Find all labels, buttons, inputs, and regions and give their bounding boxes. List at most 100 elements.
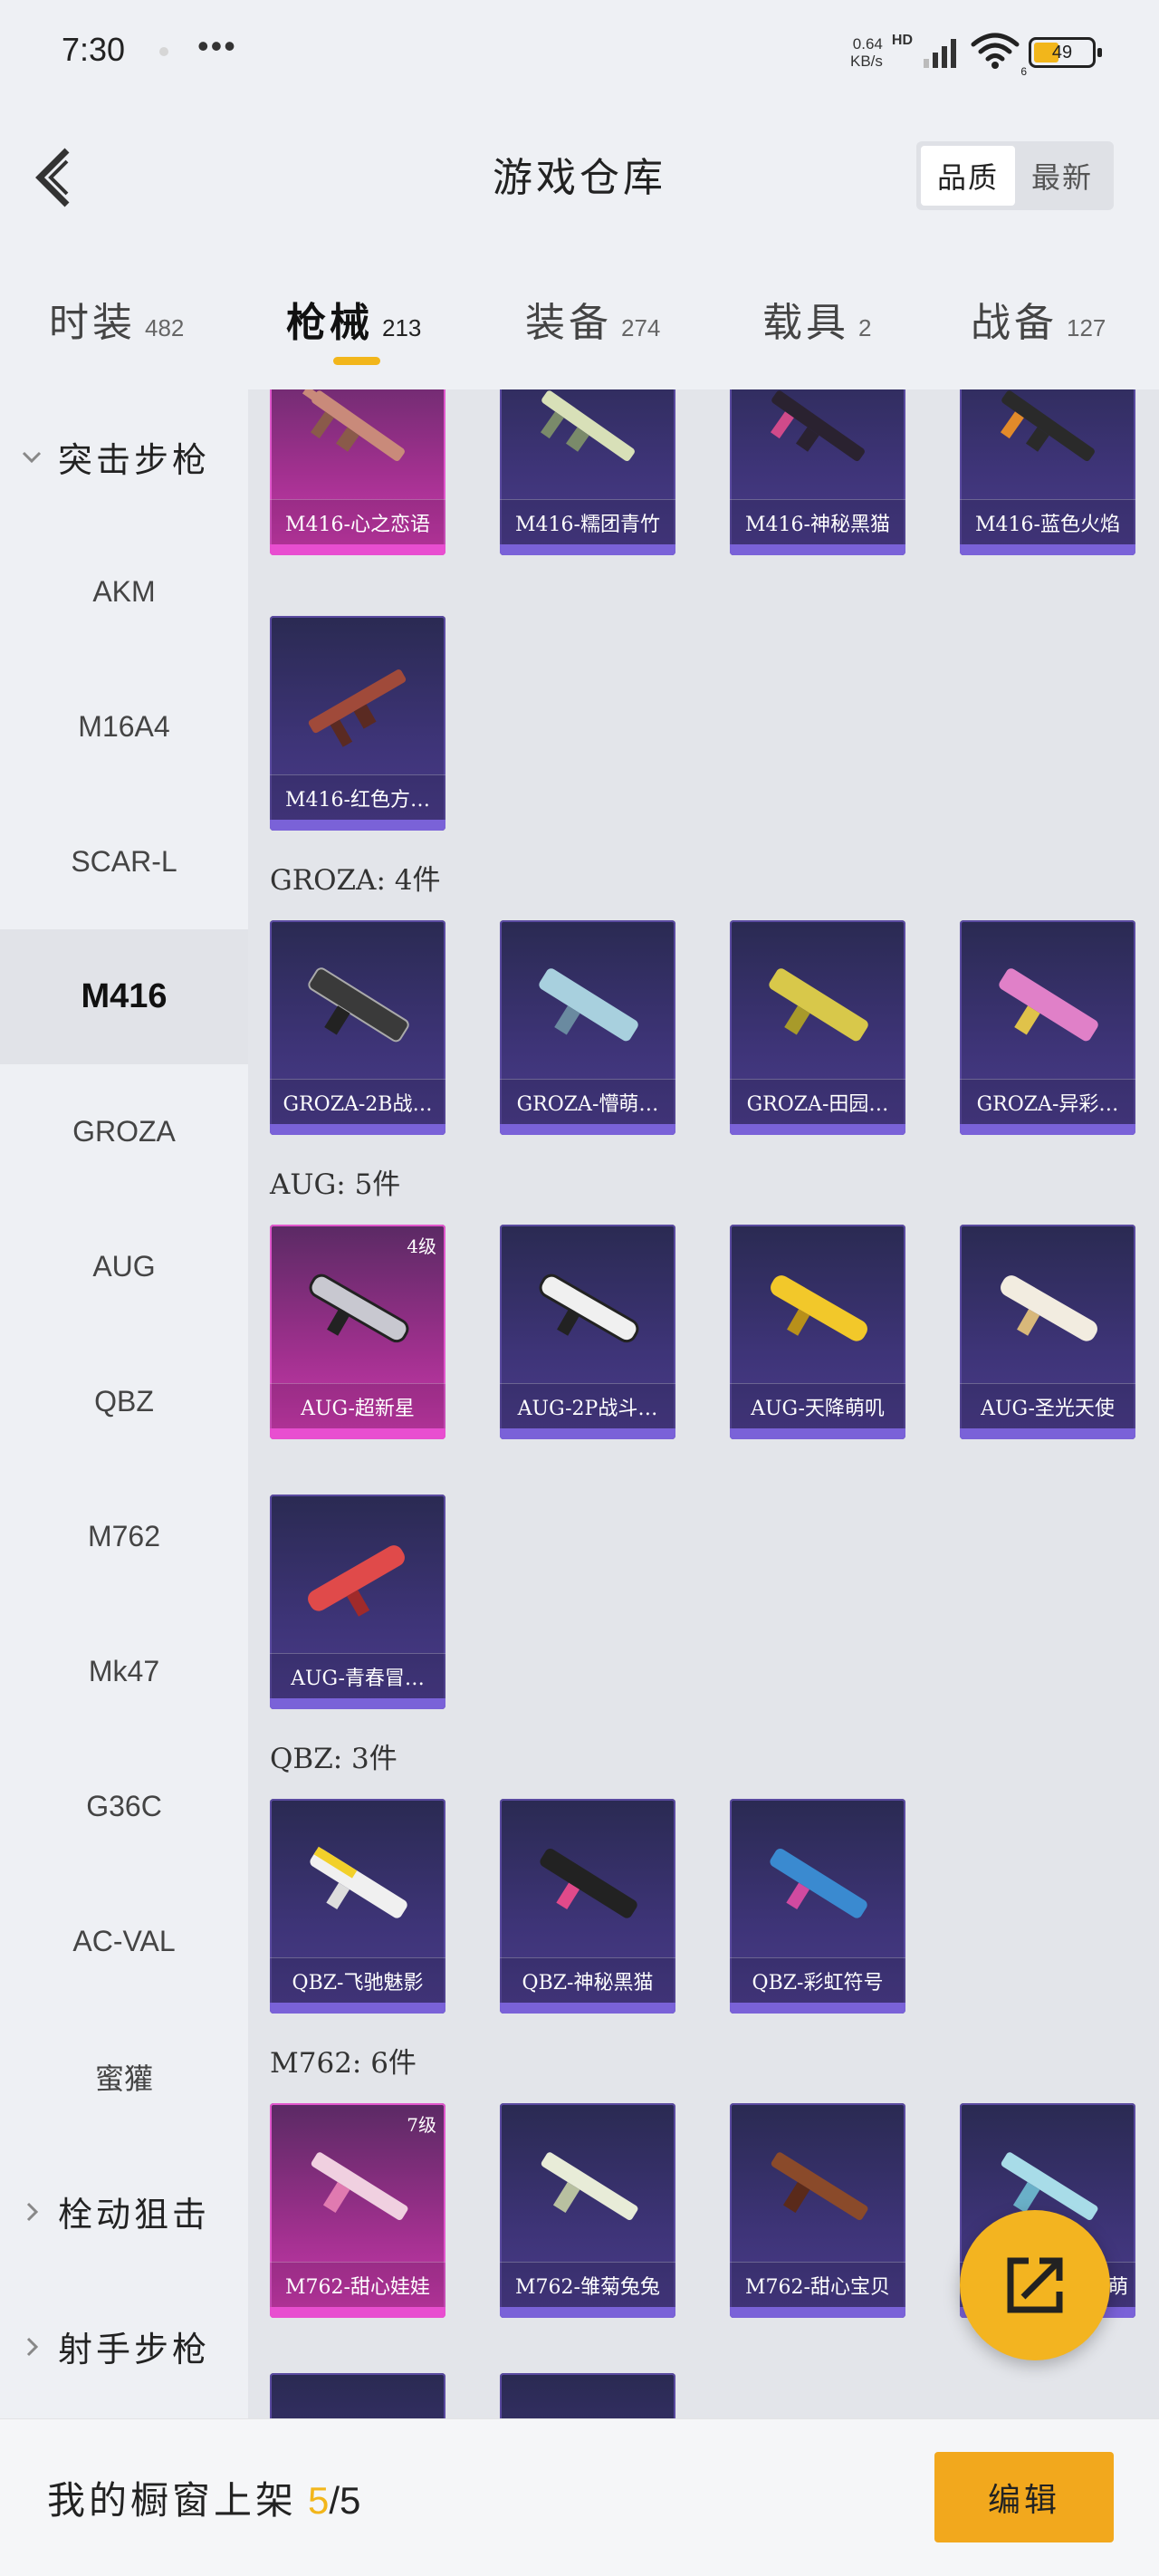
status-right: 0.64 KB/s HD 6 49 <box>849 27 1102 78</box>
section-title-m762: M762: 6件 <box>270 2047 417 2080</box>
share-button[interactable] <box>960 2210 1110 2360</box>
sidebar-item-m16a4[interactable]: M16A4 <box>0 659 248 794</box>
tab-label: 枪械 <box>286 300 373 346</box>
skin-card[interactable] <box>270 2373 445 2418</box>
skin-card[interactable]: GROZA-懵萌… <box>500 920 675 1135</box>
skin-name: AUG-超新星 <box>270 1383 445 1428</box>
rarity-bar <box>730 544 905 555</box>
rifle-icon <box>1000 390 1095 462</box>
rifle-icon <box>308 967 409 1043</box>
skin-name: QBZ-神秘黑猫 <box>500 1957 675 2003</box>
battery-icon: 49 <box>1029 37 1102 68</box>
rifle-icon <box>311 2152 408 2220</box>
sidebar-item-m762[interactable]: M762 <box>0 1469 248 1604</box>
skin-card[interactable]: GROZA-异彩… <box>960 920 1135 1135</box>
sidebar-group-bolt-sniper[interactable]: 栓动狙击 <box>0 2144 248 2279</box>
skin-card[interactable]: 7级 M762-甜心娃娃 <box>270 2103 445 2318</box>
tab-count: 127 <box>1067 314 1106 341</box>
sidebar-item-m416[interactable]: M416 <box>0 929 248 1064</box>
share-icon <box>1007 2257 1063 2313</box>
skin-card[interactable]: QBZ-彩虹符号 <box>730 1799 905 2014</box>
sidebar-item-g36c[interactable]: G36C <box>0 1739 248 1874</box>
tab-guns[interactable]: 枪械 213 <box>286 290 421 348</box>
skin-grid: M416-心之恋语 M416-糯团青竹 M416-神秘黑猫 M416-蓝色火焰 … <box>248 389 1159 2418</box>
sidebar-item-ac-val[interactable]: AC-VAL <box>0 1874 248 2009</box>
skin-card[interactable]: M416-蓝色火焰 <box>960 389 1135 555</box>
status-more: ••• <box>197 27 237 64</box>
weapon-sidebar: 突击步枪 AKM M16A4 SCAR-L M416 GROZA AUG QBZ… <box>0 389 248 2418</box>
skin-card[interactable]: M762-雏菊兔兔 <box>500 2103 675 2318</box>
notification-dot-icon <box>159 47 168 56</box>
network-speed-value: 0.64 <box>852 35 883 53</box>
skin-card[interactable]: M416-红色方… <box>270 616 445 831</box>
edit-button[interactable]: 编辑 <box>934 2452 1114 2542</box>
rifle-icon <box>1001 1275 1097 1341</box>
rifle-icon <box>771 1275 867 1341</box>
skin-card[interactable]: QBZ-飞驰魅影 <box>270 1799 445 2014</box>
rarity-bar <box>730 1428 905 1439</box>
sidebar-group-marksman-rifle[interactable]: 射手步枪 <box>0 2279 248 2414</box>
sidebar-item-honey-badger[interactable]: 蜜獾 <box>0 2009 248 2144</box>
sort-newest-button[interactable]: 最新 <box>1015 146 1109 206</box>
rifle-icon <box>770 390 865 462</box>
sidebar-group-label: 射手步枪 <box>58 2330 211 2369</box>
skin-card[interactable]: GROZA-田园… <box>730 920 905 1135</box>
sidebar-item-aug[interactable]: AUG <box>0 1199 248 1334</box>
skin-name: M762-雏菊兔兔 <box>500 2262 675 2307</box>
showcase-total-count: /5 <box>329 2479 361 2522</box>
skin-card[interactable]: AUG-青春冒… <box>270 1495 445 1709</box>
network-speed-unit: KB/s <box>849 53 883 70</box>
battery-level: 49 <box>1051 42 1073 62</box>
skin-card[interactable]: M762-甜心宝贝 <box>730 2103 905 2318</box>
rarity-bar <box>500 2307 675 2318</box>
category-tabs: 时装 482 枪械 213 装备 274 载具 2 战备 127 <box>0 272 1159 380</box>
sidebar-group-assault-rifle[interactable]: 突击步枪 <box>0 389 248 524</box>
sort-toggle: 品质 最新 <box>916 141 1114 210</box>
skin-card[interactable]: AUG-圣光天使 <box>960 1225 1135 1439</box>
tab-equipment[interactable]: 装备 274 <box>525 290 660 348</box>
tab-supplies[interactable]: 战备 127 <box>971 290 1106 348</box>
tab-vehicles[interactable]: 载具 2 <box>762 290 871 348</box>
skin-card[interactable]: M416-心之恋语 <box>270 389 445 555</box>
sidebar-item-scar-l[interactable]: SCAR-L <box>0 794 248 929</box>
skin-card[interactable]: M416-糯团青竹 <box>500 389 675 555</box>
sidebar-item-qbz[interactable]: QBZ <box>0 1334 248 1469</box>
skin-card[interactable]: AUG-2P战斗… <box>500 1225 675 1439</box>
rarity-bar <box>270 2307 445 2318</box>
skin-card[interactable]: QBZ-神秘黑猫 <box>500 1799 675 2014</box>
tab-count: 482 <box>145 314 185 341</box>
rarity-bar <box>730 2003 905 2014</box>
sidebar-item-akm[interactable]: AKM <box>0 524 248 659</box>
rifle-icon <box>302 389 405 462</box>
rarity-bar <box>270 544 445 555</box>
wifi-badge: 6 <box>1020 64 1027 78</box>
sidebar-item-mk47[interactable]: Mk47 <box>0 1604 248 1739</box>
skin-card[interactable]: M416-神秘黑猫 <box>730 389 905 555</box>
signal-icon <box>924 39 956 68</box>
sidebar-item-groza[interactable]: GROZA <box>0 1064 248 1199</box>
rifle-icon <box>540 1848 637 1918</box>
chevron-right-icon <box>26 2202 39 2221</box>
rarity-bar <box>960 1428 1135 1439</box>
skin-card[interactable] <box>500 2373 675 2418</box>
section-title-aug: AUG: 5件 <box>270 1168 401 1201</box>
sort-quality-button[interactable]: 品质 <box>921 146 1015 206</box>
rarity-bar <box>500 1124 675 1135</box>
tab-fashion[interactable]: 时装 482 <box>49 290 184 348</box>
status-time: 7:30 <box>62 31 126 68</box>
tab-label: 时装 <box>49 300 136 346</box>
chevron-right-icon <box>26 2337 39 2356</box>
skin-name: M762-甜心娃娃 <box>270 2262 445 2307</box>
skin-name: M416-神秘黑猫 <box>730 499 905 544</box>
skin-card[interactable]: AUG-天降萌叽 <box>730 1225 905 1439</box>
skin-card[interactable]: 4级 AUG-超新星 <box>270 1225 445 1439</box>
rarity-bar <box>960 544 1135 555</box>
rifle-icon <box>539 968 638 1042</box>
skin-name: M416-心之恋语 <box>270 499 445 544</box>
skin-name: AUG-天降萌叽 <box>730 1383 905 1428</box>
header: 游戏仓库 品质 最新 <box>0 118 1159 235</box>
rarity-bar <box>960 1124 1135 1135</box>
status-bar: 7:30 ••• 0.64 KB/s HD 6 49 <box>0 0 1159 100</box>
hd-badge: HD <box>891 33 913 48</box>
skin-card[interactable]: GROZA-2B战… <box>270 920 445 1135</box>
